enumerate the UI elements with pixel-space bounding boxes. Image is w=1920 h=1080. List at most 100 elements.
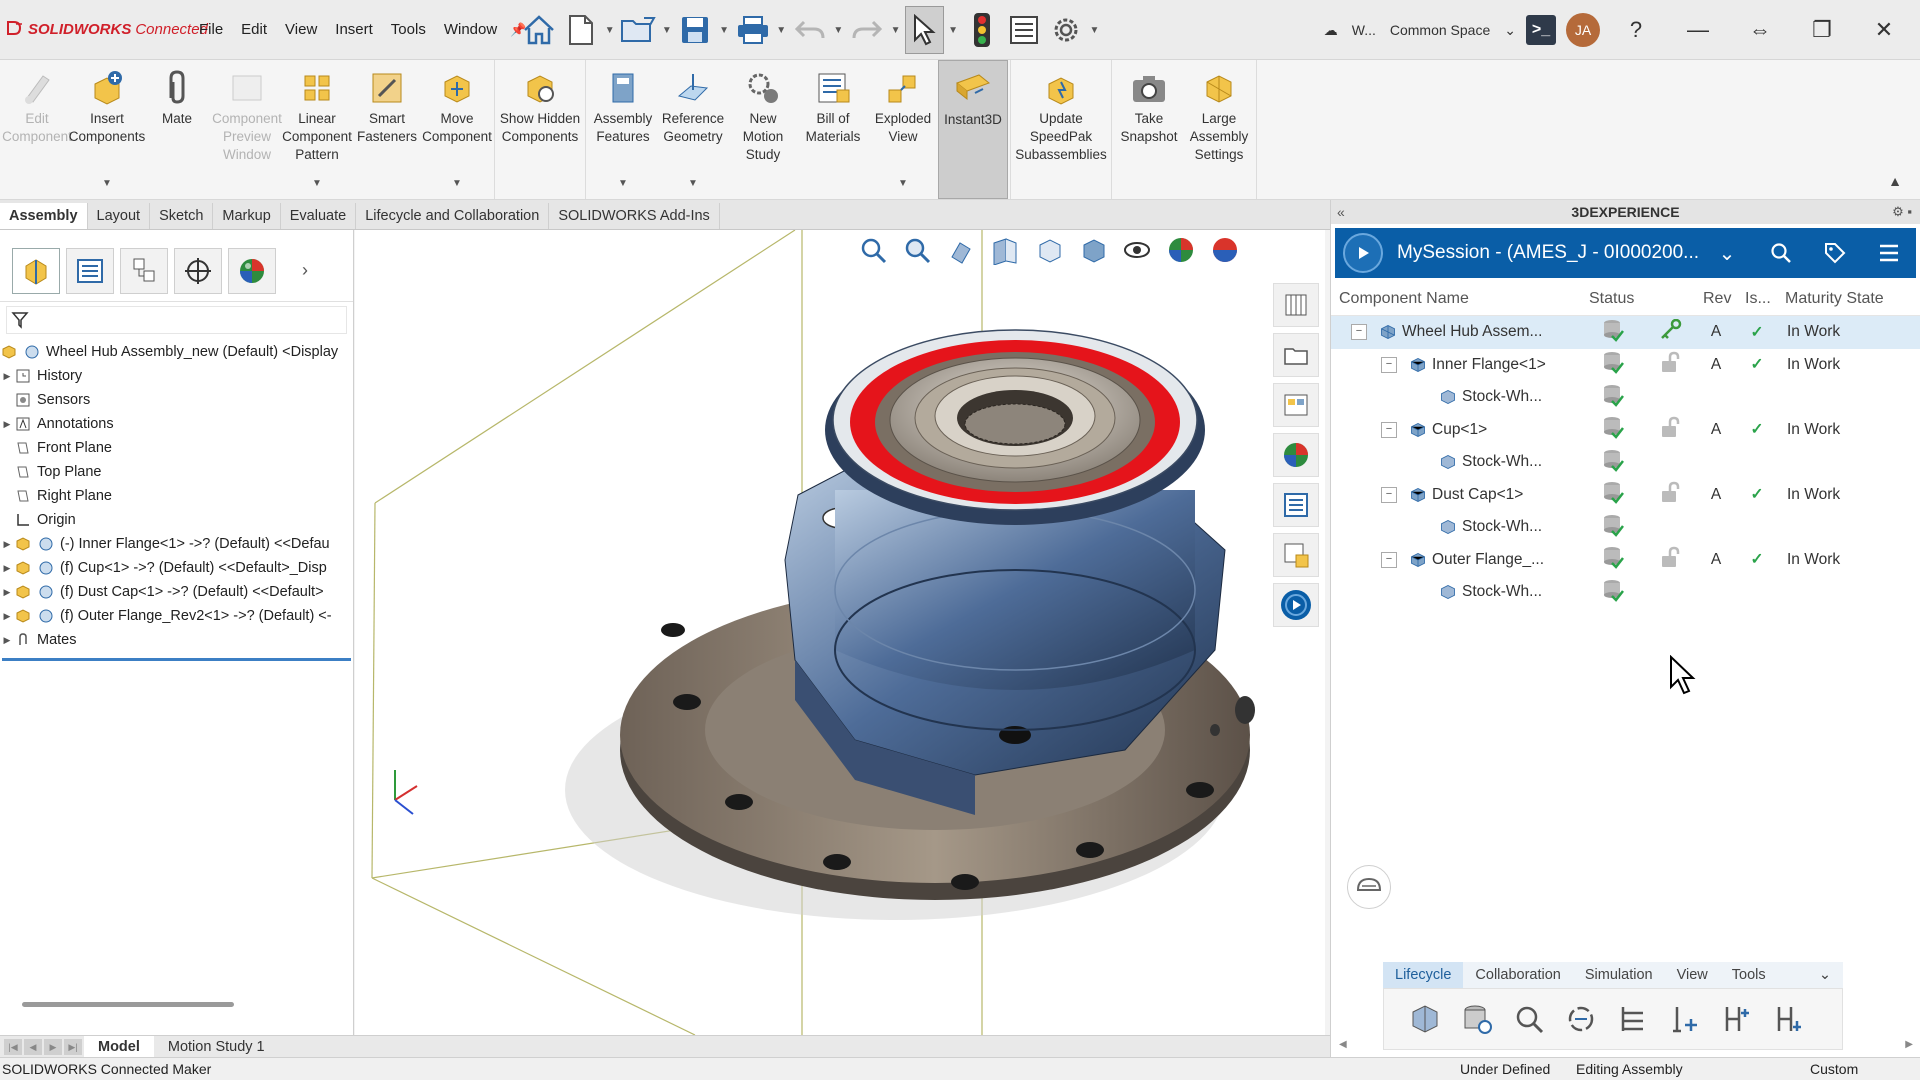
expand-arrow-icon[interactable]: ▶ xyxy=(0,419,14,430)
tree-item-top-plane[interactable]: Top Plane xyxy=(0,460,353,484)
scroll-right-icon[interactable]: ▶ xyxy=(1905,1039,1913,1053)
propertymanager-tab[interactable] xyxy=(66,247,114,294)
table-row[interactable]: Stock-Wh... xyxy=(1331,576,1920,609)
compass-icon[interactable] xyxy=(1343,233,1383,273)
restore-panel-button[interactable]: ⇔ xyxy=(1734,17,1786,43)
tree-item-history[interactable]: ▶ History xyxy=(0,364,353,388)
menu-tools[interactable]: Tools xyxy=(382,21,435,38)
3dexperience-compass-icon[interactable] xyxy=(1273,583,1319,627)
previous-tab-icon[interactable]: ◀ xyxy=(24,1038,42,1055)
chevron-down-icon[interactable]: ▼ xyxy=(833,25,844,36)
section-view-icon[interactable] xyxy=(987,232,1023,268)
menu-view[interactable]: View xyxy=(276,21,326,38)
tree-item-right-plane[interactable]: Right Plane xyxy=(0,484,353,508)
chevron-down-icon[interactable]: ▼ xyxy=(890,25,901,36)
search-icon[interactable] xyxy=(1754,242,1808,264)
chevron-down-icon[interactable]: ▼ xyxy=(661,25,672,36)
tab-layout[interactable]: Layout xyxy=(88,203,151,229)
status-units[interactable]: Custom xyxy=(1810,1061,1858,1077)
tree-item-cup[interactable]: ▶ (f) Cup<1> ->? (Default) <<Default>_Di… xyxy=(0,556,353,580)
new-motion-study-button[interactable]: New Motion Study xyxy=(728,60,798,199)
assembly-features-button[interactable]: Assembly Features ▼ xyxy=(588,60,658,199)
table-row[interactable]: Stock-Wh... xyxy=(1331,381,1920,414)
column-rev[interactable]: Rev xyxy=(1695,290,1737,308)
hide-show-items-icon[interactable] xyxy=(1119,232,1155,268)
chevron-down-icon[interactable]: ▼ xyxy=(688,175,698,193)
instant3d-button[interactable]: Instant3D xyxy=(938,60,1008,199)
bom-structure-icon[interactable] xyxy=(1614,1000,1652,1038)
tree-filter[interactable] xyxy=(6,306,347,334)
rebuild-button[interactable] xyxy=(963,6,1001,54)
explore-search-icon[interactable] xyxy=(1510,1000,1548,1038)
redo-button[interactable] xyxy=(848,6,886,54)
tree-item-front-plane[interactable]: Front Plane xyxy=(0,436,353,460)
help-icon[interactable]: ? xyxy=(1610,17,1662,43)
tab-markup[interactable]: Markup xyxy=(213,203,281,229)
chevron-down-icon[interactable]: ▼ xyxy=(618,175,628,193)
options-button[interactable] xyxy=(1047,6,1085,54)
design-library-icon[interactable] xyxy=(1273,333,1319,377)
expand-arrow-icon[interactable]: ▶ xyxy=(0,563,14,574)
exploded-view-button[interactable]: Exploded View ▼ xyxy=(868,60,938,199)
dx-horizontal-scrollbar[interactable]: ◀ ▶ xyxy=(1339,1039,1913,1053)
tree-root-assembly[interactable]: Wheel Hub Assembly_new (Default) <Displa… xyxy=(0,340,353,364)
menu-window[interactable]: Window xyxy=(435,21,506,38)
chevron-down-icon[interactable]: ▼ xyxy=(452,175,462,193)
collapse-toggle-icon[interactable]: − xyxy=(1381,356,1397,373)
previous-view-icon[interactable] xyxy=(943,232,979,268)
expand-arrow-icon[interactable]: ▶ xyxy=(0,635,14,646)
file-properties-button[interactable] xyxy=(1005,6,1043,54)
collapse-panel-icon[interactable]: « xyxy=(1337,200,1345,224)
wheel-hub-model-render[interactable] xyxy=(355,230,1325,1035)
tab-model[interactable]: Model xyxy=(84,1035,154,1058)
first-tab-icon[interactable]: |◀ xyxy=(4,1038,22,1055)
bill-of-materials-button[interactable]: Bill of Materials xyxy=(798,60,868,199)
open-button[interactable] xyxy=(619,6,657,54)
close-button[interactable]: ✕ xyxy=(1858,17,1910,43)
home-button[interactable] xyxy=(520,6,558,54)
mate-button[interactable]: Mate xyxy=(142,60,212,199)
table-row[interactable]: − Cup<1> A ✓ In Work xyxy=(1331,414,1920,447)
space-selector[interactable]: ☁ W... Common Space ⌄ xyxy=(1324,22,1516,39)
tag-icon[interactable] xyxy=(1808,242,1862,264)
panel-settings-icon[interactable]: ⚙ ▪ xyxy=(1892,200,1912,224)
tab-tools[interactable]: Tools xyxy=(1720,962,1778,988)
expand-arrow-icon[interactable]: ▶ xyxy=(0,587,14,598)
graphics-viewport[interactable] xyxy=(355,230,1325,1035)
menu-file[interactable]: File xyxy=(190,21,232,38)
chevron-down-icon[interactable]: ⌄ xyxy=(1700,241,1754,266)
component-preview-window-button[interactable]: Component Preview Window xyxy=(212,60,282,199)
zoom-to-area-icon[interactable] xyxy=(899,232,935,268)
display-style-icon[interactable] xyxy=(1075,232,1111,268)
tab-simulation[interactable]: Simulation xyxy=(1573,962,1665,988)
view-orientation-icon[interactable] xyxy=(1031,232,1067,268)
tab-solidworks-addins[interactable]: SOLIDWORKS Add-Ins xyxy=(549,203,720,229)
user-avatar[interactable]: JA xyxy=(1566,13,1600,47)
rollback-bar[interactable] xyxy=(2,658,351,661)
solidworks-forum-icon[interactable] xyxy=(1273,533,1319,577)
menu-edit[interactable]: Edit xyxy=(232,21,276,38)
insert-new-icon[interactable] xyxy=(1666,1000,1704,1038)
expand-arrow-icon[interactable]: ▶ xyxy=(0,539,14,550)
tab-sketch[interactable]: Sketch xyxy=(150,203,214,229)
tab-motion-study-1[interactable]: Motion Study 1 xyxy=(154,1039,279,1055)
tree-item-inner-flange[interactable]: ▶ (-) Inner Flange<1> ->? (Default) <<De… xyxy=(0,532,353,556)
collapse-toggle-icon[interactable]: − xyxy=(1381,486,1397,503)
reference-geometry-button[interactable]: Reference Geometry ▼ xyxy=(658,60,728,199)
collapse-toggle-icon[interactable]: − xyxy=(1351,324,1367,341)
table-row[interactable]: − Wheel Hub Assem... A ✓ In Work xyxy=(1331,316,1920,349)
update-speedpak-button[interactable]: Update SpeedPak Subassemblies xyxy=(1013,60,1109,199)
chevron-down-icon[interactable]: ▼ xyxy=(312,175,322,193)
custom-properties-icon[interactable] xyxy=(1273,483,1319,527)
column-status[interactable]: Status xyxy=(1581,290,1695,308)
tab-evaluate[interactable]: Evaluate xyxy=(281,203,357,229)
expand-arrow-icon[interactable]: ▶ xyxy=(0,611,14,622)
take-snapshot-button[interactable]: Take Snapshot xyxy=(1114,60,1184,199)
tree-item-dust-cap[interactable]: ▶ (f) Dust Cap<1> ->? (Default) <<Defaul… xyxy=(0,580,353,604)
chevron-right-icon[interactable]: › xyxy=(302,260,308,281)
collapse-toggle-icon[interactable]: − xyxy=(1381,421,1397,438)
column-maturity-state[interactable]: Maturity State xyxy=(1777,290,1897,308)
chevron-down-icon[interactable]: ▼ xyxy=(898,175,908,193)
chevron-down-icon[interactable]: ⌄ xyxy=(1807,962,1843,988)
database-refresh-icon[interactable] xyxy=(1458,1000,1496,1038)
